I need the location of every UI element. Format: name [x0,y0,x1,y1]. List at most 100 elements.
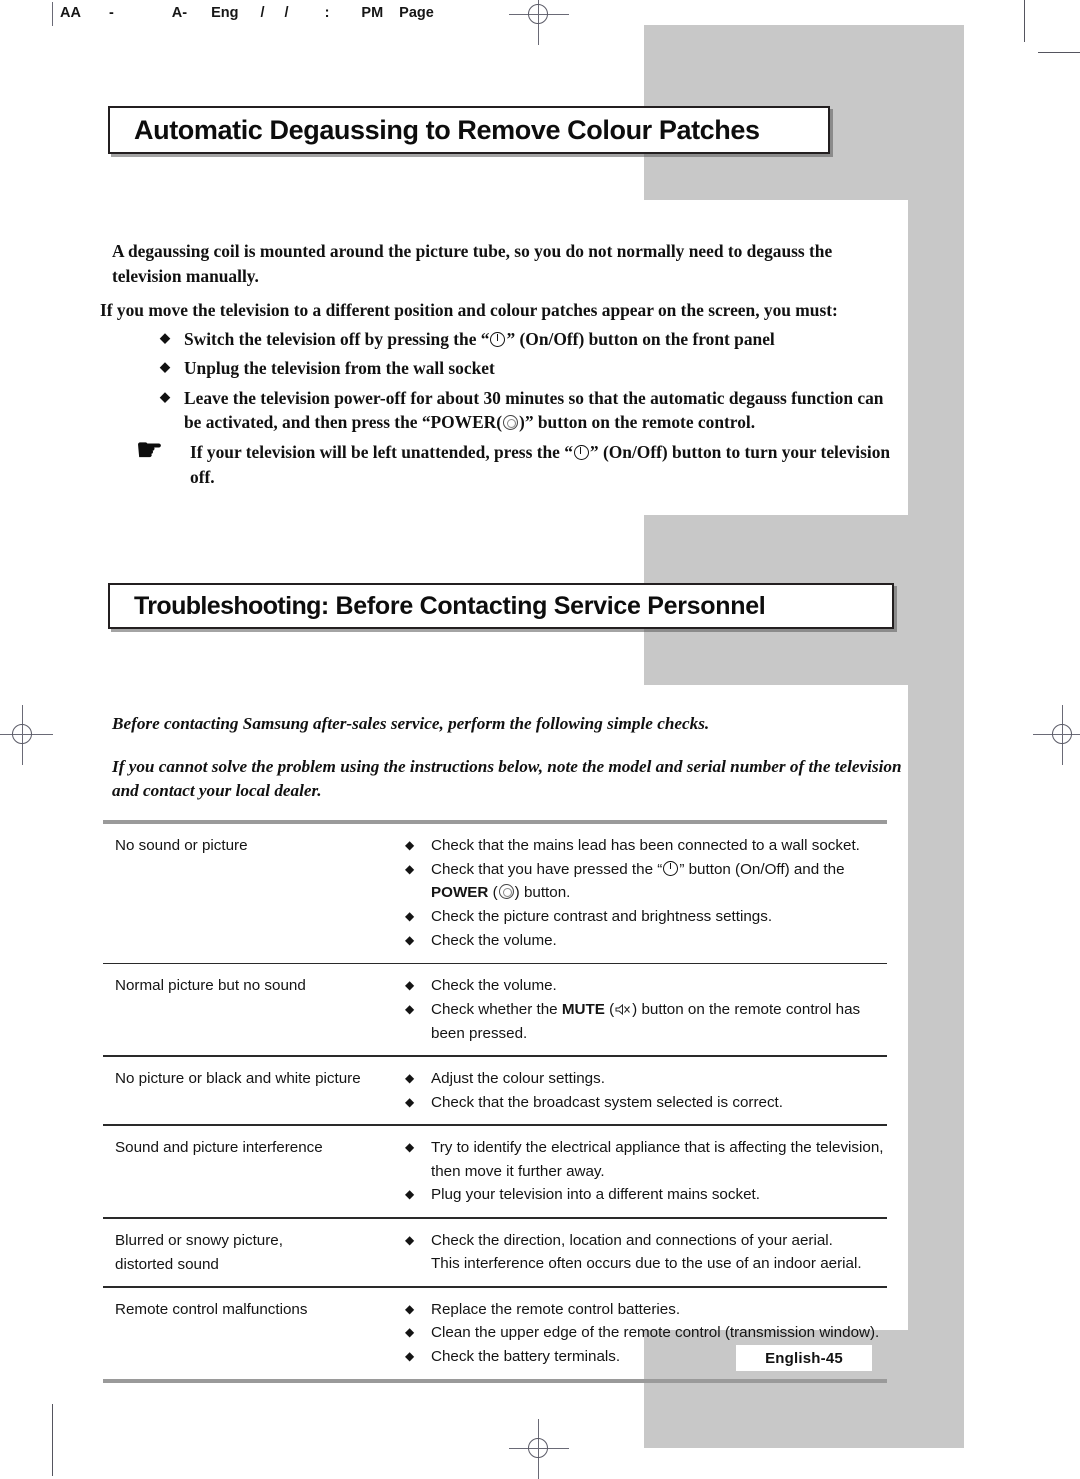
remedy-text: Clean the upper edge of the remote contr… [431,1324,880,1342]
crop-line-left-lower-vertical [52,1404,53,1476]
remedy-text: Plug your television into a different ma… [431,1186,760,1204]
degaussing-note: ☛ If your television will be left unatte… [136,434,896,489]
remedy-text: Adjust the colour settings. [431,1069,605,1087]
troubleshooting-intro-1: Before contacting Samsung after-sales se… [112,714,710,733]
crop-line-top-right-horizontal [1038,52,1080,53]
table-cell-symptom: Normal picture but no sound [115,977,306,995]
list-item: ◆ Clean the upper edge of the remote con… [405,1321,887,1345]
registration-mark-bottom [509,1419,569,1479]
table-cell-symptom: Sound and picture interference [115,1138,323,1156]
note-text: If your television will be left unattend… [190,442,891,487]
list-item: ◆ Replace the remote control batteries. [405,1298,887,1322]
pointing-hand-icon: ☛ [136,434,163,467]
power-label: POWER [431,884,489,902]
table-cell-symptom: No sound or picture [115,837,248,854]
remedy-text: Check that you have pressed the “” butto… [431,860,845,902]
diamond-bullet-icon: ◆ [405,861,415,876]
list-item: ◆ Switch the television off by pressing … [160,327,890,351]
diamond-bullet-icon: ◆ [405,1187,415,1202]
troubleshooting-intro-2: If you cannot solve the problem using th… [112,757,902,801]
remedy-text: Check the picture contrast and brightnes… [431,908,773,926]
list-item: ◆ Check that the mains lead has been con… [405,834,887,858]
list-item: ◆ Try to identify the electrical applian… [405,1136,887,1183]
diamond-bullet-icon: ◆ [160,388,170,404]
mute-icon [615,1003,631,1016]
power-ring-icon [498,884,514,900]
diamond-bullet-icon: ◆ [405,1232,415,1247]
gray-block-bottom-right-column [908,685,964,1335]
slug-seg-5: / [284,5,289,21]
list-item: ◆ Check the volume. [405,929,887,953]
section-title-bar-troubleshooting: Troubleshooting: Before Contacting Servi… [108,583,894,629]
diamond-bullet-icon: ◆ [405,1139,415,1154]
diamond-bullet-icon: ◆ [405,1301,415,1316]
list-item: ◆ Check the direction, location and conn… [405,1229,887,1276]
table-cell-remedy: ◆ Try to identify the electrical applian… [405,1126,887,1217]
diamond-bullet-icon: ◆ [405,1094,415,1109]
registration-mark-right [1033,705,1080,765]
troubleshooting-table: No sound or picture ◆ Check that the mai… [103,820,887,1383]
list-item: ◆ Adjust the colour settings. [405,1067,887,1091]
list-item: ◆ Check whether the MUTE () button on th… [405,998,887,1045]
degaussing-intro-paragraph: A degaussing coil is mounted around the … [112,241,833,286]
remedy-text: Check that the broadcast system selected… [431,1093,783,1111]
table-cell-remedy: ◆ Check that the mains lead has been con… [405,824,887,963]
table-cell-symptom: No picture or black and white picture [115,1069,361,1087]
list-item: ◆ Check the picture contrast and brightn… [405,905,887,929]
degaussing-lead-in: If you move the television to a differen… [100,300,838,320]
list-item: ◆ Check that the broadcast system select… [405,1091,887,1115]
registration-mark-left [0,705,53,765]
power-onoff-icon [663,860,679,876]
bullet-text: Switch the television off by pressing th… [184,329,775,349]
slug-seg-7: PM [361,5,384,21]
section-title-bar-degaussing: Automatic Degaussing to Remove Colour Pa… [108,106,830,154]
slug-seg-3: Eng [211,5,239,21]
slug-seg-1: - [108,5,114,21]
list-item: ◆ Leave the television power-off for abo… [160,386,890,435]
table-cell-symptom: Blurred or snowy picture, distorted soun… [115,1231,283,1273]
table-row: Normal picture but no sound ◆ Check the … [103,964,887,1055]
remedy-text: Try to identify the electrical appliance… [431,1138,884,1180]
power-onoff-icon [490,332,506,347]
registration-mark-top [509,0,569,45]
diamond-bullet-icon: ◆ [405,978,415,993]
diamond-bullet-icon: ◆ [405,838,415,852]
section-heading-strong: Troubleshooting: [134,591,329,620]
diamond-bullet-icon: ◆ [405,1070,415,1085]
slug-seg-8: Page [399,5,434,21]
list-item: ◆ Unplug the television from the wall so… [160,356,890,380]
remedy-text: Check the direction, location and connec… [431,1231,862,1273]
list-item: ◆ Plug your television into a different … [405,1183,887,1207]
power-onoff-icon [573,445,589,460]
slug-seg-4: / [260,5,265,21]
table-cell-remedy: ◆ Check the volume. ◆ Check whether the … [405,964,887,1055]
table-cell-symptom: Remote control malfunctions [115,1300,308,1318]
table-rule-bottom [103,1378,887,1383]
mute-label: MUTE [561,1000,605,1018]
slug-seg-0: AA [60,5,81,21]
crop-line-top-right-vertical [1024,0,1025,42]
page-title: Automatic Degaussing to Remove Colour Pa… [134,114,760,145]
remedy-text: Check the volume. [431,931,557,949]
list-item: ◆ Check the volume. [405,974,887,998]
gray-block-top-right-column [908,25,964,515]
remedy-text: Check that the mains lead has been conne… [431,837,860,854]
list-item: ◆ Check that you have pressed the “” but… [405,858,887,905]
diamond-bullet-icon: ◆ [405,932,415,947]
table-cell-remedy: ◆ Adjust the colour settings. ◆ Check th… [405,1057,887,1124]
diamond-bullet-icon: ◆ [160,359,170,375]
table-row: Sound and picture interference ◆ Try to … [103,1126,887,1217]
diamond-bullet-icon: ◆ [405,909,415,924]
table-row: No picture or black and white picture ◆ … [103,1057,887,1124]
remedy-text: Check the volume. [431,977,557,995]
diamond-bullet-icon: ◆ [405,1001,415,1016]
table-row: No sound or picture ◆ Check that the mai… [103,824,887,963]
section-heading: Troubleshooting: Before Contacting Servi… [134,591,766,621]
power-ring-icon [503,415,519,431]
diamond-bullet-icon: ◆ [405,1348,415,1363]
bullet-text: Leave the television power-off for about… [184,387,884,433]
slug-seg-2: A- [171,5,188,21]
table-row: Blurred or snowy picture, distorted soun… [103,1219,887,1286]
remedy-text: Replace the remote control batteries. [431,1300,681,1318]
slug-line: AA - A- Eng / / : PM Page [60,0,434,26]
